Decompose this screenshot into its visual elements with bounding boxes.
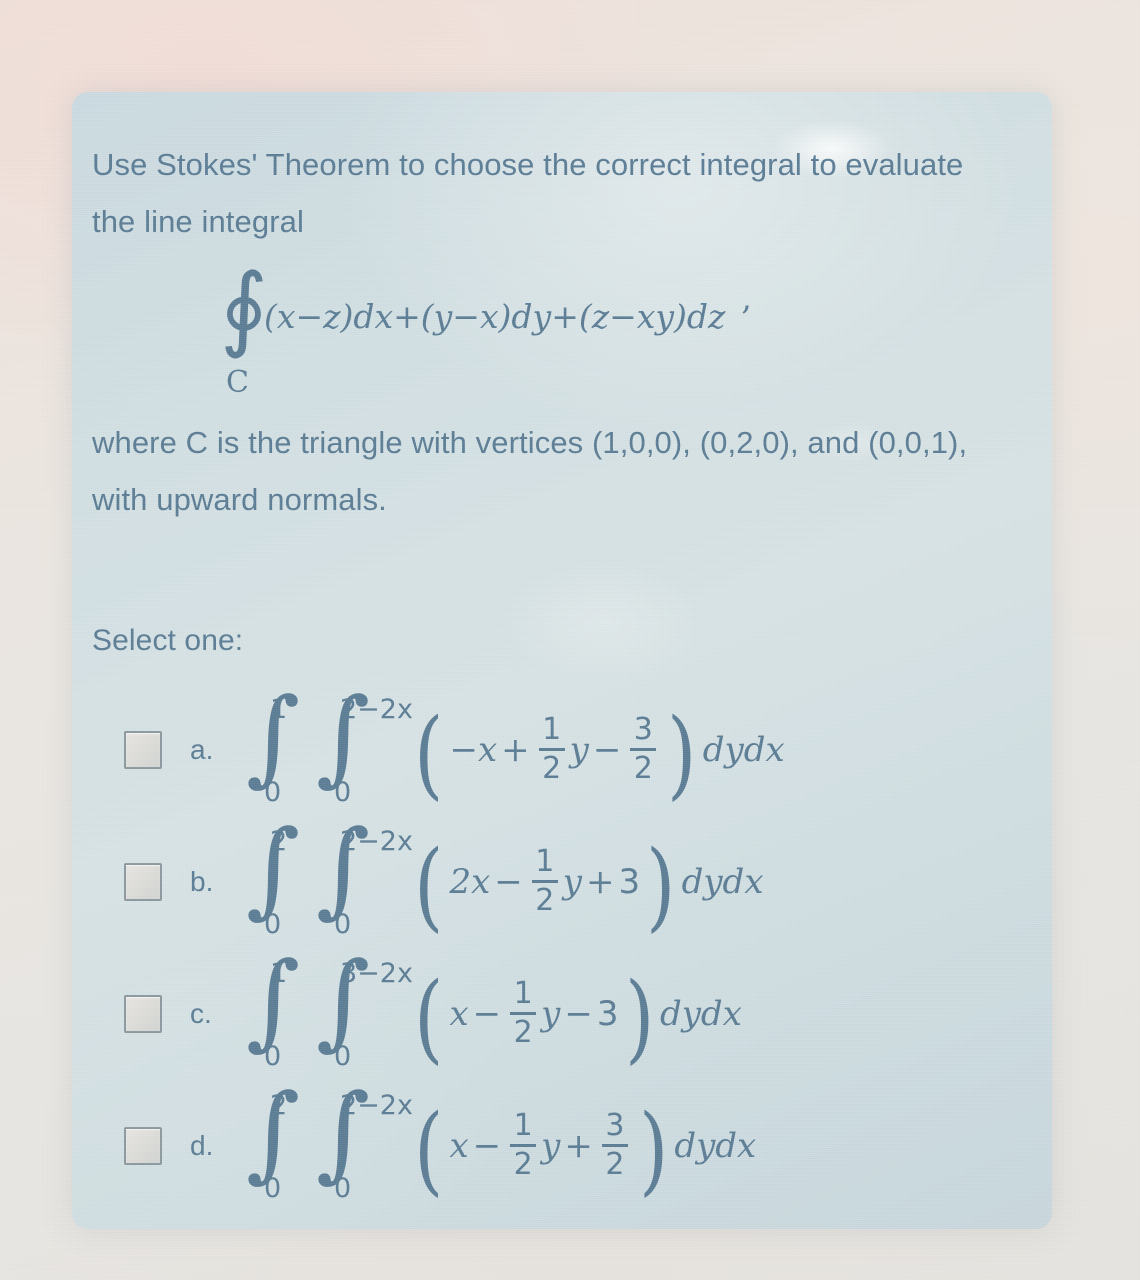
fraction-denominator: 2 [605, 1146, 625, 1182]
fraction-numerator: 1 [513, 1107, 533, 1143]
integrand-operator-2: − [564, 994, 593, 1034]
question-stem-line-1: Use Stokes' Theorem to choose the correc… [92, 147, 964, 182]
integrand-c: x − 1 2 y − 3 [447, 975, 620, 1050]
fraction-denominator: 2 [542, 750, 562, 786]
fraction-denominator: 2 [633, 750, 653, 786]
integral-lower-limit: 0 [264, 909, 282, 940]
contour-integral-expression: ∮ C (x−z)dx+(y−x)dy+(z−xy)dz , [92, 262, 1016, 401]
contour-integral-comma: , [741, 278, 752, 317]
outer-integral-a: ∫ 1 0 [246, 684, 300, 808]
option-row-c[interactable]: c. ∫ 1 0 ∫ 3−2x 0 ( x − 1 2 y − 3) dydx [92, 948, 1016, 1080]
integral-lower-limit: 0 [264, 777, 282, 808]
fraction-denominator: 2 [535, 882, 555, 918]
integrand-term-1: 2x [449, 862, 491, 902]
integrand-variable-1: y [541, 994, 561, 1034]
differentials-c: dydx [659, 994, 742, 1034]
fraction-three-halves: 3 2 [630, 711, 657, 786]
fraction-one-half: 1 2 [510, 975, 537, 1050]
fraction-numerator: 1 [513, 975, 533, 1011]
question-condition-line-2: with upward normals. [92, 482, 387, 517]
integral-lower-limit: 0 [334, 909, 352, 940]
checkbox-option-d[interactable] [124, 1127, 162, 1165]
integrand-operator-2: + [585, 862, 615, 902]
integral-upper-limit: 3−2x [340, 958, 413, 989]
option-letter-c: c. [190, 998, 212, 1029]
integral-upper-limit: 1 [270, 958, 288, 989]
integral-lower-limit: 0 [334, 1041, 352, 1072]
fraction-denominator: 2 [513, 1014, 533, 1050]
integrand-variable-1: y [569, 730, 589, 770]
contour-integral-symbol: ∮ [220, 254, 268, 361]
checkbox-option-a[interactable] [124, 731, 162, 769]
option-row-a[interactable]: a. ∫ 1 0 ∫ 2−2x 0 ( −x + 1 2 y − 3 2) d… [92, 684, 1016, 816]
differentials-a: dydx [702, 730, 785, 770]
fraction-three-halves: 3 2 [601, 1107, 628, 1182]
integral-lower-limit: 0 [334, 1173, 352, 1204]
integral-upper-limit: 2−2x [340, 694, 413, 725]
checkbox-option-c[interactable] [124, 995, 162, 1033]
integrand-operator-1: − [494, 862, 523, 902]
integral-upper-limit: 2−2x [340, 826, 413, 857]
outer-integral-b: ∫ 2 0 [246, 816, 300, 940]
integral-lower-limit: 0 [264, 1041, 282, 1072]
option-b-expression: ∫ 2 0 ∫ 2−2x 0 ( 2x − 1 2 y + 3) dydx [246, 807, 764, 942]
integrand-constant: 3 [618, 862, 641, 902]
fraction-one-half: 1 2 [531, 843, 558, 918]
integrand-a: −x + 1 2 y − 3 2 [447, 711, 663, 786]
select-one-prompt: Select one: [92, 624, 244, 657]
option-letter-a: a. [190, 734, 214, 765]
integrand-operator-2: − [592, 730, 622, 770]
outer-integral-d: ∫ 2 0 [246, 1080, 300, 1204]
fraction-one-half: 1 2 [510, 1107, 537, 1182]
integrand-term-1: x [449, 994, 469, 1034]
option-a-expression: ∫ 1 0 ∫ 2−2x 0 ( −x + 1 2 y − 3 2) dydx [246, 675, 785, 810]
fraction-numerator: 3 [633, 711, 653, 747]
fraction-one-half: 1 2 [538, 711, 565, 786]
integral-lower-limit: 0 [264, 1173, 282, 1204]
contour-integral-subscript: C [226, 365, 249, 400]
contour-integral-icon: ∮ C [220, 262, 268, 401]
integral-upper-limit: 2 [270, 1090, 288, 1121]
integrand-term-1: −x [449, 730, 498, 770]
fraction-denominator: 2 [513, 1146, 533, 1182]
integral-upper-limit: 2−2x [340, 1090, 413, 1121]
option-row-b[interactable]: b. ∫ 2 0 ∫ 2−2x 0 ( 2x − 1 2 y + 3) dyd… [92, 816, 1016, 948]
integrand-constant: 3 [596, 994, 619, 1034]
inner-integral-c: ∫ 3−2x 0 [316, 948, 413, 1072]
inner-integral-d: ∫ 2−2x 0 [316, 1080, 413, 1204]
integrand-operator-1: − [472, 1126, 502, 1166]
option-row-d[interactable]: d. ∫ 2 0 ∫ 2−2x 0 ( x − 1 2 y + 3 2) dy… [92, 1080, 1016, 1212]
question-stem-line-2: the line integral [92, 204, 304, 239]
integrand-b: 2x − 1 2 y + 3 [447, 843, 642, 918]
answer-options-list: a. ∫ 1 0 ∫ 2−2x 0 ( −x + 1 2 y − 3 2) d… [92, 684, 1016, 1212]
contour-integral-body: (x−z)dx+(y−x)dy+(z−xy)dz [264, 297, 726, 336]
integrand-operator-1: + [501, 730, 530, 770]
quiz-question-panel: Use Stokes' Theorem to choose the correc… [72, 92, 1052, 1229]
fraction-numerator: 1 [535, 843, 555, 879]
option-letter-b: b. [190, 866, 214, 897]
checkbox-option-b[interactable] [124, 863, 162, 901]
integral-upper-limit: 1 [270, 694, 288, 725]
inner-integral-b: ∫ 2−2x 0 [316, 816, 413, 940]
differentials-d: dydx [674, 1126, 757, 1166]
option-c-expression: ∫ 1 0 ∫ 3−2x 0 ( x − 1 2 y − 3) dydx [246, 939, 742, 1074]
integrand-variable-1: y [541, 1126, 561, 1166]
integrand-d: x − 1 2 y + 3 2 [447, 1107, 634, 1182]
option-d-expression: ∫ 2 0 ∫ 2−2x 0 ( x − 1 2 y + 3 2) dydx [246, 1071, 757, 1206]
integrand-operator-1: − [472, 994, 502, 1034]
outer-integral-c: ∫ 1 0 [246, 948, 300, 1072]
integral-upper-limit: 2 [270, 826, 288, 857]
question-condition-line-1: where C is the triangle with vertices (1… [92, 425, 968, 460]
inner-integral-a: ∫ 2−2x 0 [316, 684, 413, 808]
integrand-operator-2: + [564, 1126, 593, 1166]
integral-lower-limit: 0 [334, 777, 352, 808]
fraction-numerator: 1 [542, 711, 562, 747]
fraction-numerator: 3 [605, 1107, 625, 1143]
integrand-variable-1: y [562, 862, 582, 902]
integrand-term-1: x [449, 1126, 469, 1166]
differentials-b: dydx [681, 862, 764, 902]
option-letter-d: d. [190, 1130, 214, 1161]
